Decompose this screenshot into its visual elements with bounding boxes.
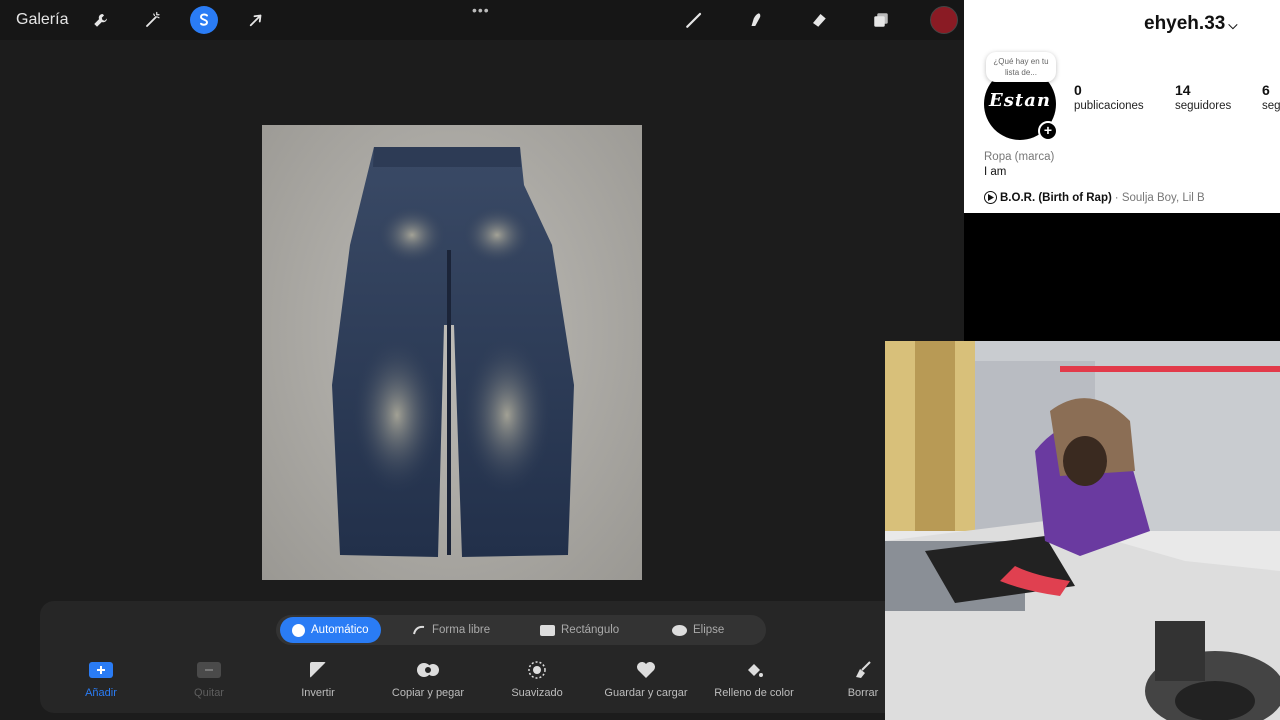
procreate-app: Galería ••• Automático Forma libre Rectá… [0, 0, 964, 720]
add-label: Añadir [85, 687, 117, 699]
add-story-icon[interactable]: + [1038, 121, 1058, 141]
feather-label: Suavizado [511, 687, 563, 699]
mode-rectangle[interactable]: Rectángulo [528, 617, 631, 643]
invert-label: Invertir [301, 687, 335, 699]
feather-tool[interactable]: Suavizado [482, 659, 592, 699]
top-toolbar: Galería ••• [0, 0, 964, 40]
broom-icon [850, 659, 876, 681]
posts-label: publicaciones [1074, 100, 1144, 112]
layers-icon[interactable] [867, 6, 895, 34]
color-fill-tool[interactable]: Relleno de color [699, 659, 809, 699]
brush-icon[interactable] [680, 6, 708, 34]
profile-bio: I am [984, 166, 1007, 178]
note-bubble[interactable]: ¿Qué hay en tu lista de... [986, 52, 1056, 82]
ellipse-icon [672, 624, 687, 636]
feather-icon [524, 659, 550, 681]
heart-icon [633, 659, 659, 681]
invert-tool[interactable]: Invertir [263, 659, 373, 699]
automatic-icon [292, 623, 305, 637]
invert-icon [305, 659, 331, 681]
stat-followers[interactable]: 14 seguidores [1175, 82, 1231, 112]
copy-paste-icon [415, 659, 441, 681]
followers-count: 14 [1175, 82, 1191, 98]
eraser-icon[interactable] [805, 6, 833, 34]
copy-paste-tool[interactable]: Copiar y pegar [373, 659, 483, 699]
username: ehyeh.33 [1144, 13, 1226, 34]
song-title: B.O.R. (Birth of Rap) [1000, 191, 1112, 204]
selection-s-icon[interactable] [190, 6, 218, 34]
mode-ellipse-label: Elipse [693, 624, 725, 636]
profile-category: Ropa (marca) [984, 151, 1055, 163]
remove-icon [196, 659, 222, 681]
jeans-image [332, 147, 574, 557]
username-switcher[interactable]: ehyeh.33 ⌵ [1144, 13, 1237, 35]
canvas-artwork[interactable] [262, 125, 642, 580]
save-load-tool[interactable]: Guardar y cargar [591, 659, 701, 699]
mode-ellipse[interactable]: Elipse [660, 617, 736, 643]
arrow-icon[interactable] [242, 6, 270, 34]
color-fill-label: Relleno de color [714, 687, 794, 699]
copy-paste-label: Copiar y pegar [391, 687, 465, 699]
following-label: seguidos [1262, 100, 1280, 112]
mode-freehand[interactable]: Forma libre [400, 617, 502, 643]
selection-panel: Automático Forma libre Rectángulo Elipse… [40, 601, 924, 713]
followers-label: seguidores [1175, 100, 1232, 112]
webcam-overlay [885, 341, 1280, 720]
profile-music[interactable]: B.O.R. (Birth of Rap) · Soulja Boy, Lil … [984, 191, 1205, 204]
rectangle-icon [540, 624, 555, 636]
more-dots-icon[interactable]: ••• [472, 2, 490, 18]
wrench-icon[interactable] [87, 6, 115, 34]
mode-automatic[interactable]: Automático [280, 617, 381, 643]
mode-freehand-label: Forma libre [432, 624, 491, 636]
selection-mode-bar: Automático Forma libre Rectángulo Elipse [276, 615, 766, 645]
stat-following[interactable]: 6 seguidos [1262, 82, 1280, 112]
remove-tool[interactable]: Quitar [154, 659, 264, 699]
smudge-icon[interactable] [742, 6, 770, 34]
add-icon [88, 659, 114, 681]
magic-wand-icon[interactable] [139, 6, 167, 34]
fill-icon [741, 659, 767, 681]
save-load-label: Guardar y cargar [604, 687, 688, 699]
instagram-profile: ehyeh.33 ⌵ Estan ¿Qué hay en tu lista de.… [964, 0, 1280, 213]
webcam-feed-image [885, 341, 1280, 720]
avatar-logo-text: Estan [989, 90, 1051, 111]
stat-posts[interactable]: 0 publicaciones [1074, 82, 1144, 112]
play-icon [984, 191, 997, 204]
selection-tools: Añadir Quitar Invertir Copiar y pegar Su… [40, 659, 924, 709]
add-tool[interactable]: Añadir [46, 659, 156, 699]
mode-rectangle-label: Rectángulo [561, 624, 620, 636]
freehand-icon [412, 624, 426, 636]
gallery-button[interactable]: Galería [16, 11, 68, 29]
remove-label: Quitar [194, 687, 224, 699]
color-icon[interactable] [930, 6, 958, 34]
following-count: 6 [1262, 82, 1270, 98]
song-artist: · Soulja Boy, Lil B [1114, 191, 1205, 204]
posts-count: 0 [1074, 82, 1082, 98]
chevron-down-icon: ⌵ [1228, 18, 1238, 32]
mode-automatic-label: Automático [311, 624, 369, 636]
